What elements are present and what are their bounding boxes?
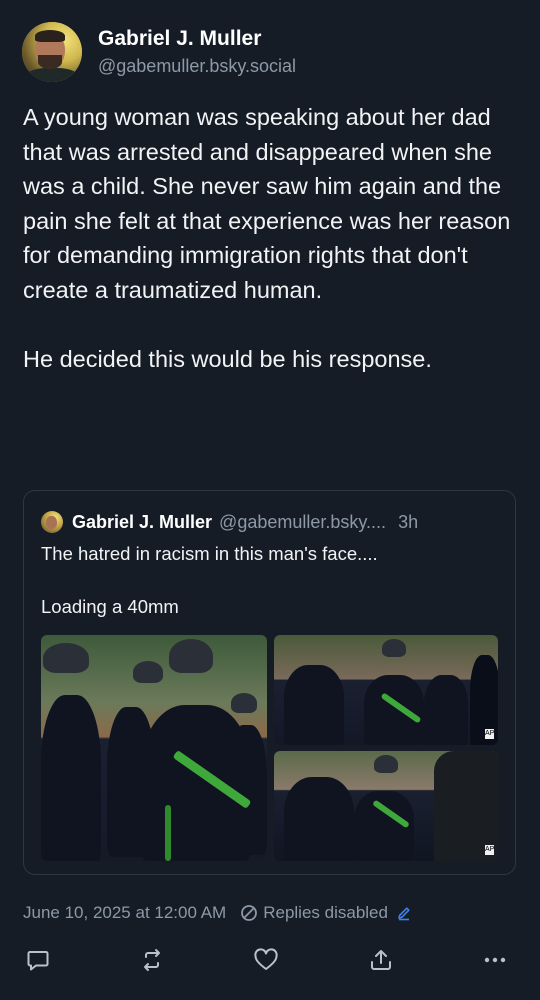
quoted-image-grid: AP AP <box>41 635 498 861</box>
post-paragraph: He decided this would be his response. <box>23 346 432 373</box>
post-actions <box>0 944 540 980</box>
quoted-post-body: The hatred in racism in this man's face.… <box>41 541 496 619</box>
post-body: A young woman was speaking about her dad… <box>23 100 523 377</box>
quoted-author-name: Gabriel J. Muller <box>72 511 213 532</box>
heart-icon <box>254 948 278 970</box>
repost-button[interactable] <box>136 944 168 976</box>
author-handle[interactable]: @gabemuller.bsky.social <box>98 54 296 78</box>
repost-icon <box>144 949 160 971</box>
reply-icon <box>27 951 49 971</box>
more-icon <box>484 957 506 963</box>
post-timestamp[interactable]: June 10, 2025 at 12:00 AM <box>23 903 226 923</box>
more-options-button[interactable] <box>479 944 511 976</box>
replies-status-label: Replies disabled <box>263 903 388 922</box>
post-meta: June 10, 2025 at 12:00 AM Replies disabl… <box>23 903 417 923</box>
quoted-author-handle: @gabemuller.bsky.... <box>219 511 387 532</box>
quoted-post-time: 3h <box>398 511 419 532</box>
quoted-paragraph: The hatred in racism in this man's face.… <box>41 543 378 564</box>
post-paragraph: A young woman was speaking about her dad… <box>23 104 511 303</box>
post-header: Gabriel J. Muller @gabemuller.bsky.socia… <box>22 22 296 82</box>
author-avatar[interactable] <box>22 22 82 82</box>
quoted-post[interactable]: Gabriel J. Muller @gabemuller.bsky.... 3… <box>23 490 516 875</box>
replies-disabled-icon <box>241 905 258 921</box>
author-names: Gabriel J. Muller @gabemuller.bsky.socia… <box>98 26 296 78</box>
quoted-paragraph: Loading a 40mm <box>41 596 179 617</box>
quoted-post-header: Gabriel J. Muller @gabemuller.bsky.... 3… <box>41 511 418 533</box>
like-button[interactable] <box>250 944 282 976</box>
edit-interaction-settings-icon[interactable] <box>396 905 417 921</box>
quoted-image-2[interactable]: AP <box>274 635 498 745</box>
reply-button[interactable] <box>22 944 54 976</box>
share-icon <box>371 950 391 970</box>
quoted-author-avatar <box>41 511 63 533</box>
quoted-image-3[interactable]: AP <box>274 751 498 861</box>
replies-status: Replies disabled <box>240 903 417 923</box>
quoted-image-1[interactable] <box>41 635 267 861</box>
share-button[interactable] <box>365 944 397 976</box>
author-display-name[interactable]: Gabriel J. Muller <box>98 26 296 52</box>
